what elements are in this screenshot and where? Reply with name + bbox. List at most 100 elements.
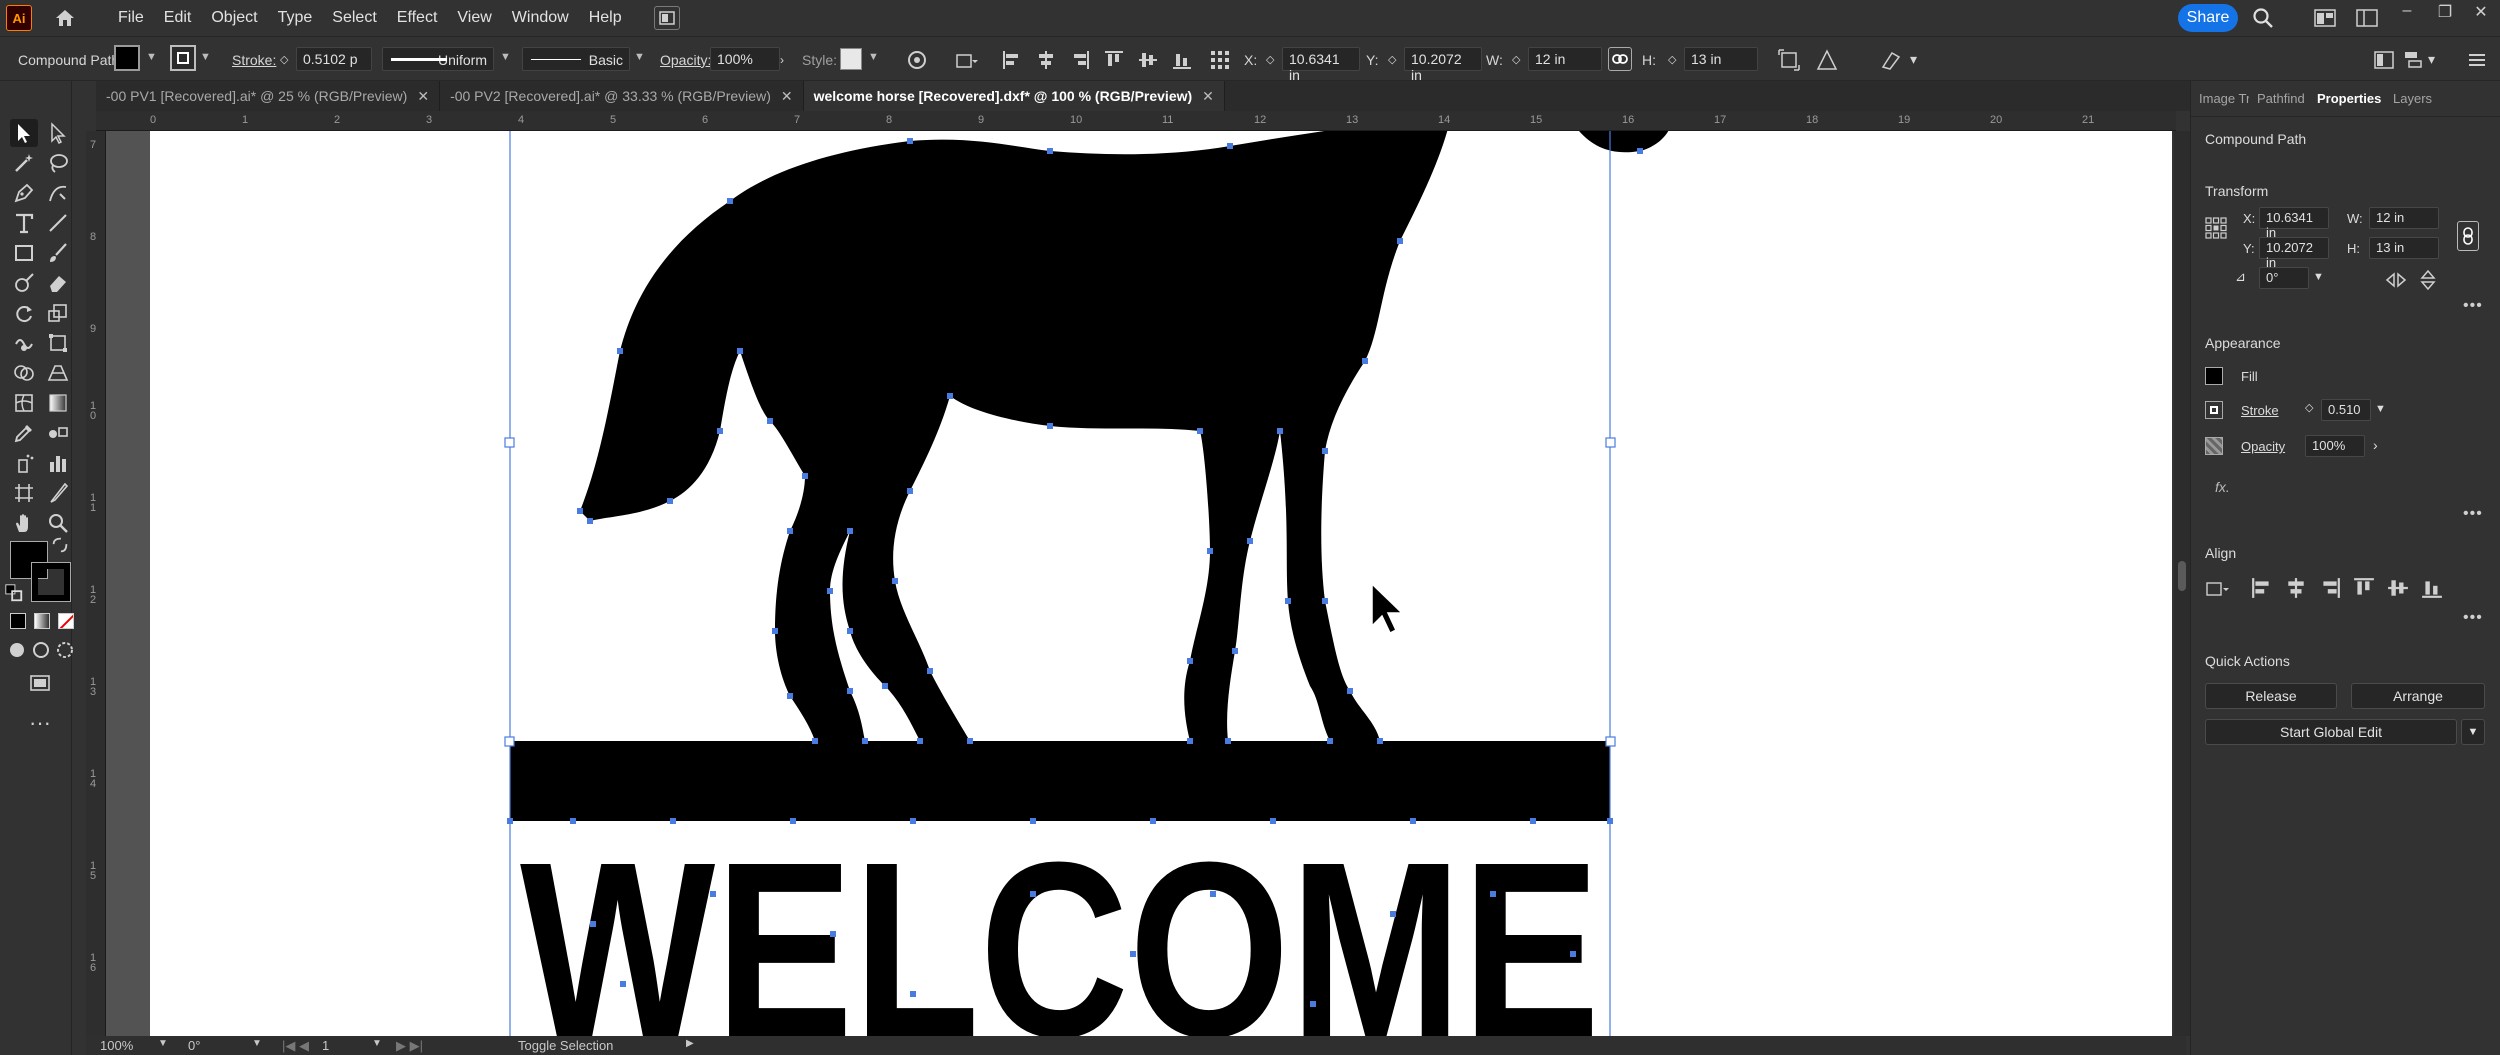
artboard-tool-icon[interactable] — [10, 479, 38, 507]
opacity-field[interactable]: 100% — [710, 47, 780, 71]
panel-toggle-icon[interactable] — [2374, 37, 2394, 82]
h-stepper-icon[interactable]: ◇ — [1668, 37, 1676, 82]
stroke-weight-field[interactable]: 0.510 — [2321, 399, 2371, 421]
chevron-right-icon[interactable]: › — [2373, 437, 2378, 453]
tab-layers[interactable]: Layers — [2385, 91, 2445, 106]
eyedropper-tool-icon[interactable] — [10, 419, 38, 447]
arrange-documents-icon[interactable] — [653, 6, 680, 30]
artboard[interactable]: WELCOME — [150, 131, 2172, 1036]
opacity-label[interactable]: Opacity — [2241, 439, 2285, 454]
more-options-icon[interactable]: ••• — [2463, 609, 2483, 627]
close-icon[interactable]: ✕ — [2466, 2, 2496, 22]
tab-pathfinder[interactable]: Pathfind — [2249, 91, 2309, 106]
chevron-down-icon[interactable]: ▼ — [2313, 271, 2324, 283]
menu-view[interactable]: View — [447, 0, 501, 36]
h-field[interactable]: 13 in — [2369, 237, 2439, 259]
reference-point-icon[interactable] — [1210, 37, 1230, 82]
reference-point-icon[interactable] — [2205, 217, 2227, 239]
w-field[interactable]: 12 in — [2369, 207, 2439, 229]
hand-tool-icon[interactable] — [10, 509, 38, 537]
chevron-down-icon[interactable]: ▼ — [2375, 403, 2386, 415]
tab-pv1[interactable]: -00 PV1 [Recovered].ai* @ 25 % (RGB/Prev… — [96, 81, 441, 111]
horse-welcome-artwork[interactable]: WELCOME — [150, 131, 2172, 1036]
isolate-icon[interactable] — [1880, 37, 1902, 82]
chevron-down-icon[interactable]: ▼ — [146, 51, 157, 63]
rotate-tool-icon[interactable] — [10, 299, 38, 327]
brush-definition[interactable]: Basic — [522, 47, 630, 71]
stroke-stepper-icon[interactable]: ◇ — [280, 37, 288, 82]
y-field[interactable]: 10.2072 in — [1404, 47, 1482, 83]
chevron-right-icon[interactable]: › — [780, 37, 784, 82]
more-tools-icon[interactable]: ··· — [26, 709, 54, 737]
close-icon[interactable]: ✕ — [781, 88, 793, 105]
align-right-icon[interactable] — [1070, 37, 1090, 82]
screen-mode-icon[interactable] — [26, 669, 54, 697]
x-stepper-icon[interactable]: ◇ — [1266, 37, 1274, 82]
artboard-nav-icon[interactable]: |◀ ◀ — [282, 1038, 309, 1054]
align-to-icon[interactable] — [954, 37, 978, 82]
variable-width-profile[interactable]: Uniform — [382, 47, 494, 71]
free-transform-tool-icon[interactable] — [44, 329, 72, 357]
w-field[interactable]: 12 in — [1528, 47, 1602, 71]
opacity-field[interactable]: 100% — [2305, 435, 2365, 457]
menu-edit[interactable]: Edit — [154, 0, 202, 36]
menu-help[interactable]: Help — [579, 0, 632, 36]
transform-icon[interactable] — [1778, 37, 1800, 82]
perspective-grid-tool-icon[interactable] — [44, 359, 72, 387]
constrain-proportions-icon[interactable] — [2457, 221, 2479, 251]
stroke-swatch[interactable] — [170, 45, 196, 71]
start-global-edit-button[interactable]: Start Global Edit — [2205, 719, 2457, 745]
align-right-icon[interactable] — [2319, 577, 2341, 599]
mesh-tool-icon[interactable] — [10, 389, 38, 417]
line-tool-icon[interactable] — [44, 209, 72, 237]
color-mode-icon[interactable] — [10, 613, 26, 629]
chevron-down-icon[interactable]: ▼ — [500, 51, 511, 63]
arrange-button[interactable]: Arrange — [2351, 683, 2485, 709]
artboard-nav-next-icon[interactable]: ▶ ▶| — [396, 1038, 423, 1054]
selection-tool-icon[interactable] — [10, 119, 38, 147]
recolor-icon[interactable] — [906, 37, 928, 82]
none-mode-icon[interactable] — [58, 613, 74, 629]
menu-type[interactable]: Type — [268, 0, 323, 36]
align-center-icon[interactable] — [1036, 37, 1056, 82]
menu-effect[interactable]: Effect — [387, 0, 448, 36]
arrange-icon[interactable] — [2404, 37, 2424, 82]
fill-swatch[interactable] — [114, 45, 140, 71]
align-middle-icon[interactable] — [2387, 577, 2409, 599]
x-field[interactable]: 10.6341 in — [1282, 47, 1360, 83]
tab-welcome-horse[interactable]: welcome horse [Recovered].dxf* @ 100 % (… — [803, 81, 1225, 111]
stroke-label[interactable]: Stroke: — [232, 37, 276, 82]
align-to-icon[interactable] — [2205, 577, 2229, 599]
warp-tool-icon[interactable] — [10, 329, 38, 357]
artboard-number[interactable]: 1 — [322, 1038, 329, 1053]
constrain-proportions-icon[interactable] — [1608, 47, 1632, 71]
more-options-icon[interactable]: ••• — [2463, 505, 2483, 523]
share-button[interactable]: Share — [2178, 4, 2238, 32]
release-button[interactable]: Release — [2205, 683, 2337, 709]
opacity-label[interactable]: Opacity: — [660, 37, 711, 82]
vertical-scrollbar[interactable] — [2174, 131, 2190, 1036]
chevron-down-icon[interactable]: ▾ — [1910, 37, 1917, 82]
pen-tool-icon[interactable] — [10, 179, 38, 207]
eraser-tool-icon[interactable] — [44, 269, 72, 297]
flip-vertical-icon[interactable] — [2417, 269, 2439, 291]
more-options-icon[interactable]: ••• — [2463, 297, 2483, 315]
workspace-icon[interactable] — [2312, 6, 2338, 30]
scale-tool-icon[interactable] — [44, 299, 72, 327]
close-icon[interactable]: ✕ — [1202, 88, 1214, 105]
panel-layout-icon[interactable] — [2354, 6, 2380, 30]
align-top-icon[interactable] — [2353, 577, 2375, 599]
graphic-style-swatch[interactable] — [840, 48, 862, 70]
swap-colors-icon[interactable] — [50, 535, 70, 555]
opacity-swatch[interactable] — [2205, 437, 2223, 455]
chevron-down-icon[interactable]: ▼ — [200, 51, 211, 63]
chevron-down-icon[interactable]: ▼ — [634, 51, 645, 63]
zoom-tool-icon[interactable] — [44, 509, 72, 537]
close-icon[interactable]: ✕ — [417, 88, 429, 105]
shape-builder-tool-icon[interactable] — [10, 359, 38, 387]
symbol-sprayer-tool-icon[interactable] — [10, 449, 38, 477]
h-field[interactable]: 13 in — [1684, 47, 1758, 71]
home-icon[interactable] — [52, 5, 78, 31]
align-left-icon[interactable] — [2251, 577, 2273, 599]
y-field[interactable]: 10.2072 in — [2259, 237, 2329, 270]
